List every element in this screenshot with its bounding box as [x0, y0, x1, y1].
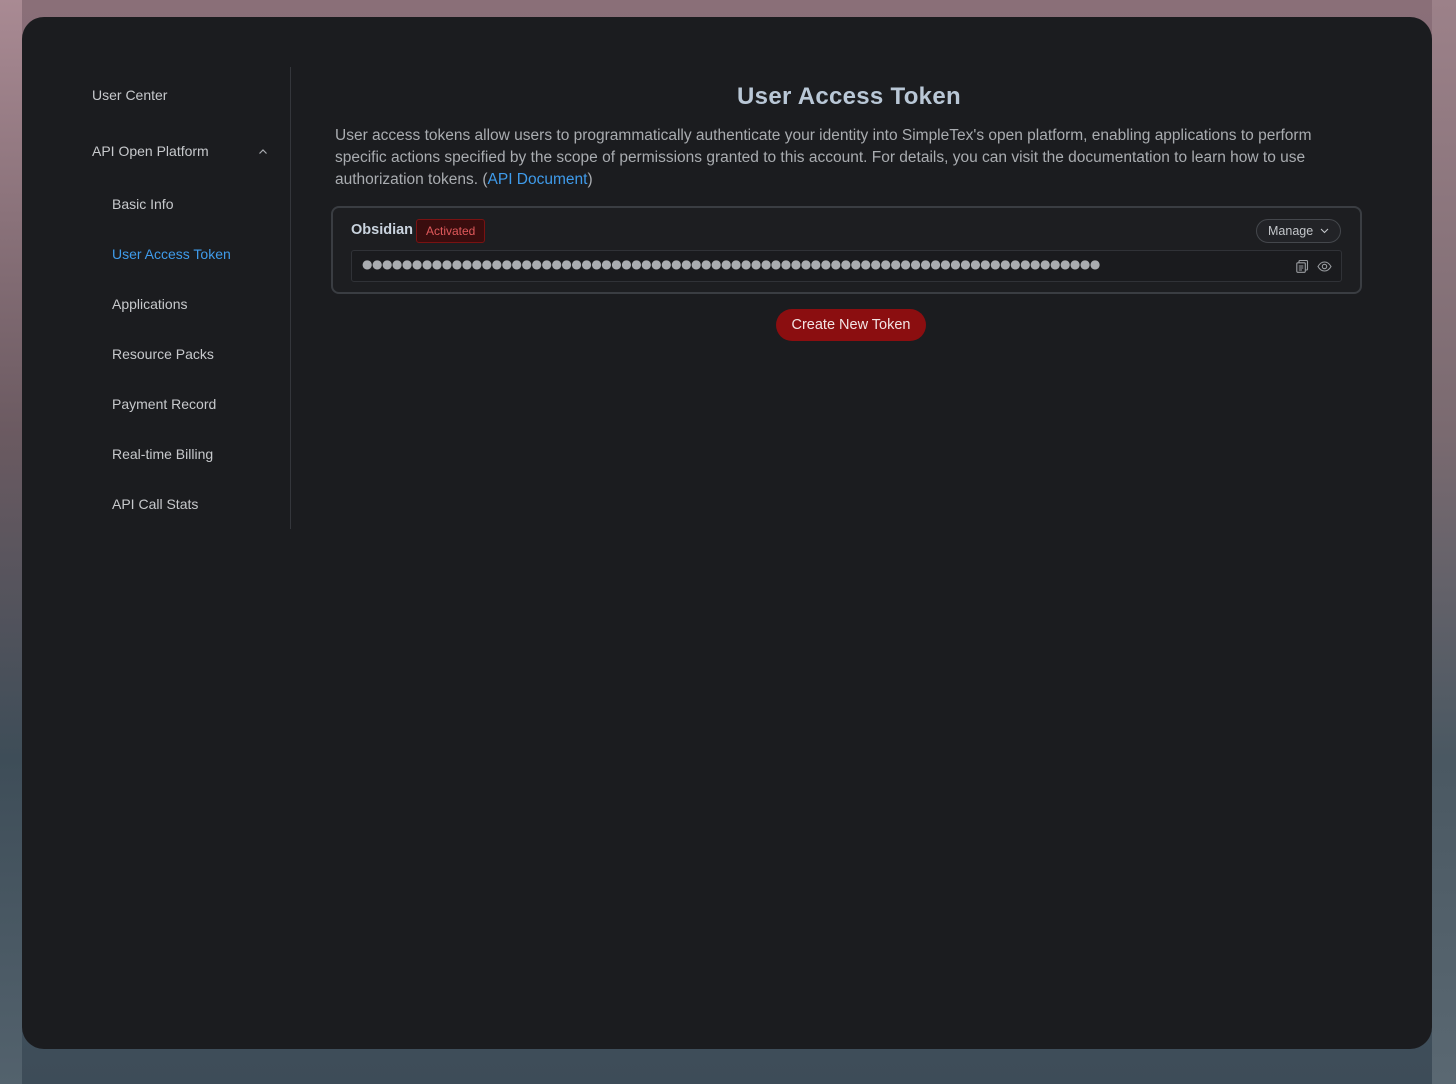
create-new-token-button[interactable]: Create New Token [776, 309, 926, 341]
page-description: User access tokens allow users to progra… [335, 125, 1363, 191]
background-left [0, 0, 22, 1084]
sidebar-item-basic-info[interactable]: Basic Info [112, 196, 173, 212]
sidebar-item-api-call-stats[interactable]: API Call Stats [112, 496, 198, 512]
manage-dropdown[interactable]: Manage [1256, 219, 1341, 243]
description-end: ) [587, 171, 593, 188]
sidebar-item-api-open-platform[interactable]: API Open Platform [92, 143, 209, 159]
page-title: User Access Token [737, 83, 961, 110]
background-right [1432, 0, 1456, 1084]
sidebar-item-real-time-billing[interactable]: Real-time Billing [112, 446, 213, 462]
eye-icon[interactable] [1317, 259, 1332, 274]
sidebar-item-payment-record[interactable]: Payment Record [112, 396, 216, 412]
token-card: Obsidian Activated Manage ●●●●●●●●●●●●●●… [331, 206, 1362, 294]
token-name: Obsidian [351, 222, 414, 238]
token-masked-value: ●●●●●●●●●●●●●●●●●●●●●●●●●●●●●●●●●●●●●●●●… [362, 257, 1100, 271]
copy-icon[interactable] [1295, 259, 1310, 274]
sidebar-item-resource-packs[interactable]: Resource Packs [112, 346, 214, 362]
manage-label: Manage [1268, 224, 1314, 238]
api-document-link[interactable]: API Document [488, 171, 588, 188]
chevron-down-icon [1320, 228, 1329, 234]
sidebar-nav: User Center API Open Platform Basic Info… [70, 67, 291, 529]
sidebar-item-user-access-token[interactable]: User Access Token [112, 246, 231, 262]
settings-window: User Center API Open Platform Basic Info… [22, 17, 1432, 1049]
description-text: User access tokens allow users to progra… [335, 127, 1312, 188]
sidebar-item-applications[interactable]: Applications [112, 296, 188, 312]
status-badge: Activated [416, 219, 486, 243]
token-value-field[interactable]: ●●●●●●●●●●●●●●●●●●●●●●●●●●●●●●●●●●●●●●●●… [351, 250, 1342, 282]
chevron-up-icon[interactable] [258, 147, 268, 157]
sidebar-item-user-center[interactable]: User Center [92, 87, 167, 103]
